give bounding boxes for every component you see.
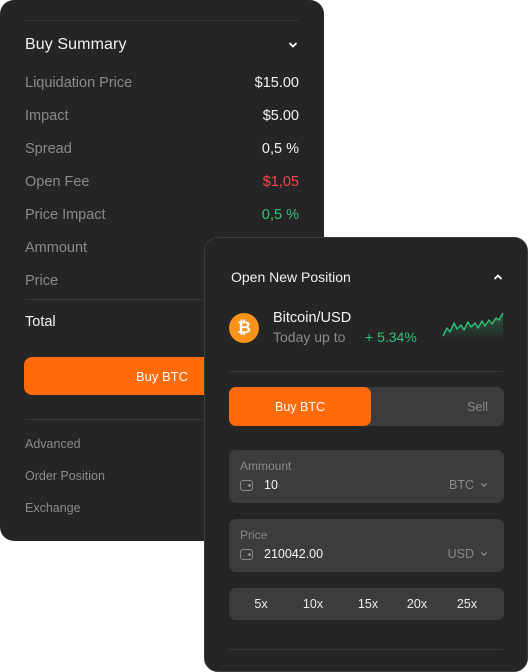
sparkline-chart (442, 312, 504, 340)
asset-info: ₿ Bitcoin/USD Today up to + 5.34% (229, 310, 504, 346)
sell-tab[interactable]: Sell (467, 387, 488, 426)
leverage-option-5x[interactable]: 5x (254, 588, 267, 620)
wallet-icon (240, 549, 253, 560)
open-position-card: Open New Position ₿ Bitcoin/USD Today up… (204, 237, 528, 672)
chevron-down-icon (480, 483, 488, 488)
row-label: Price (25, 272, 59, 289)
row-value: 0,5 % (261, 140, 299, 157)
wallet-icon (240, 480, 253, 491)
row-label: Ammount (25, 239, 88, 256)
price-input[interactable]: 210042.00 (264, 547, 323, 561)
chevron-down-icon[interactable] (287, 39, 299, 51)
divider (25, 20, 299, 21)
summary-row-open-fee: Open Fee $1,05 (25, 165, 299, 198)
row-label: Price Impact (25, 206, 106, 223)
row-value: $15.00 (254, 74, 299, 91)
price-unit-select[interactable]: USD (448, 547, 488, 561)
amount-unit-select[interactable]: BTC (449, 478, 488, 492)
row-label: Impact (25, 107, 69, 124)
bitcoin-icon: ₿ (229, 313, 259, 343)
chevron-up-icon[interactable] (492, 271, 504, 283)
buy-summary-header[interactable]: Buy Summary (25, 35, 299, 55)
row-value: 0,5 % (261, 206, 299, 223)
leverage-option-20x[interactable]: 20x (407, 588, 427, 620)
open-position-header[interactable]: Open New Position (231, 268, 504, 286)
summary-row-spread: Spread 0,5 % (25, 132, 299, 165)
link-advanced[interactable]: Advanced (25, 432, 205, 464)
buy-sell-toggle: Buy BTC Sell (229, 387, 504, 426)
divider (229, 649, 503, 650)
asset-name: Bitcoin/USD (273, 310, 352, 326)
row-value: $1,05 (262, 173, 299, 190)
open-position-title: Open New Position (231, 269, 351, 285)
amount-unit: BTC (449, 478, 474, 492)
leverage-option-10x[interactable]: 10x (303, 588, 323, 620)
asset-change: + 5.34% (365, 329, 417, 345)
link-order-position[interactable]: Order Position (25, 464, 205, 496)
divider (229, 371, 503, 372)
summary-row-price-impact: Price Impact 0,5 % (25, 198, 299, 231)
summary-row-impact: Impact $5.00 (25, 99, 299, 132)
link-exchange[interactable]: Exchange (25, 496, 205, 528)
row-value: $5.00 (262, 107, 299, 124)
leverage-selector: 5x 10x 15x 20x 25x (229, 588, 504, 620)
buy-btc-tab[interactable]: Buy BTC (229, 387, 371, 426)
row-label: Liquidation Price (25, 74, 133, 91)
leverage-option-25x[interactable]: 25x (457, 588, 477, 620)
chevron-down-icon (480, 552, 488, 557)
price-label: Price (240, 528, 268, 542)
price-field[interactable]: Price 210042.00 USD (229, 519, 504, 572)
row-label: Open Fee (25, 173, 90, 190)
amount-input[interactable]: 10 (264, 478, 278, 492)
amount-label: Ammount (240, 459, 292, 473)
asset-subtitle: Today up to (273, 329, 346, 345)
buy-summary-title: Buy Summary (25, 36, 127, 53)
row-label: Spread (25, 140, 72, 157)
summary-row-liquidation-price: Liquidation Price $15.00 (25, 66, 299, 99)
amount-field[interactable]: Ammount 10 BTC (229, 450, 504, 503)
footer-links: Advanced Order Position Exchange (25, 432, 205, 528)
price-unit: USD (447, 547, 474, 561)
leverage-option-15x[interactable]: 15x (358, 588, 378, 620)
total-label: Total (25, 314, 56, 330)
